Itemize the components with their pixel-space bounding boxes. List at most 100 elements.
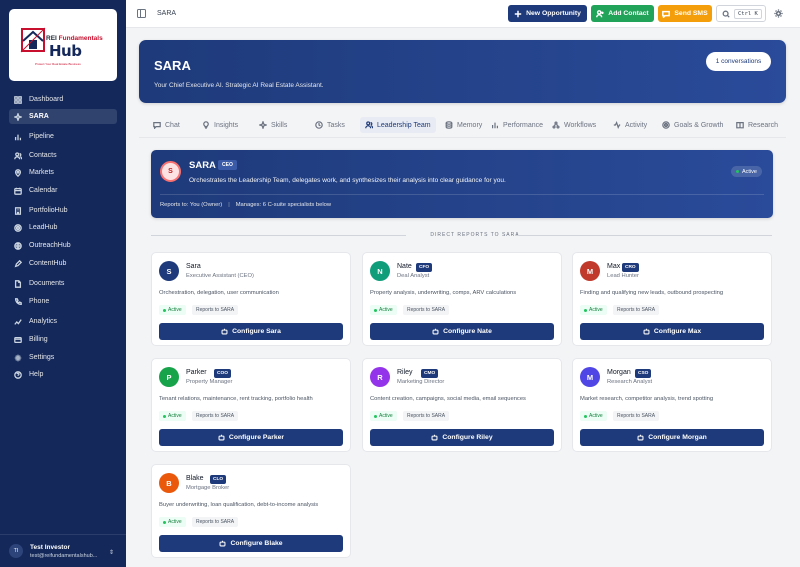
sidebar-item-contacts[interactable]: Contacts: [9, 148, 117, 163]
send-sms-button[interactable]: Send SMS: [658, 5, 712, 22]
status-dot-icon: [584, 414, 587, 418]
chevron-up-down-icon: ⇕: [109, 550, 115, 556]
status-badge: Active: [370, 305, 397, 315]
agent-role: Marketing Director: [397, 379, 445, 385]
sidebar-item-documents[interactable]: Documents: [9, 276, 117, 291]
tab-label: Research: [748, 121, 778, 129]
agent-description: Tenant relations, maintenance, rent trac…: [159, 396, 313, 402]
sidebar-item-pipeline[interactable]: Pipeline: [9, 129, 117, 144]
configure-button[interactable]: Configure Nate: [370, 323, 554, 340]
configure-button[interactable]: Configure Parker: [159, 429, 343, 446]
sidebar-item-leadhub[interactable]: LeadHub: [9, 220, 117, 235]
agent-role: Property Manager: [186, 379, 233, 385]
sidebar-item-label: Dashboard: [29, 96, 64, 103]
sidebar-item-help[interactable]: Help: [9, 367, 117, 382]
tab-leadership-team[interactable]: Leadership Team: [360, 117, 436, 133]
user-plus-icon: [596, 9, 604, 17]
tab-tasks[interactable]: Tasks: [315, 117, 345, 133]
tab-insights[interactable]: Insights: [202, 117, 238, 133]
sidebar-item-label: Contacts: [29, 152, 57, 159]
tab-research[interactable]: Research: [736, 117, 778, 133]
bot-icon: [218, 434, 225, 441]
database-icon: [445, 121, 453, 129]
configure-label: Configure Max: [653, 328, 702, 335]
configure-button[interactable]: Configure Blake: [159, 535, 343, 552]
agent-card-blake: B Blake CLO Mortgage Broker Buyer underwriti…: [151, 464, 351, 558]
status-dot-icon: [736, 170, 739, 173]
sidebar-item-label: Documents: [29, 280, 65, 287]
logo-text: REI Fundamentals: [46, 35, 103, 42]
users-icon: [365, 121, 373, 129]
new-opportunity-button[interactable]: New Opportunity: [508, 5, 587, 22]
avatar: S: [159, 261, 179, 281]
status-label: Active: [168, 413, 182, 419]
agent-description: Orchestrates the Leadership Team, delega…: [189, 177, 506, 184]
configure-label: Configure Nate: [443, 328, 492, 335]
reports-to: Reports to: You (Owner): [160, 202, 223, 208]
calendar-icon: [14, 187, 22, 195]
tab-label: Memory: [457, 121, 483, 129]
tab-performance[interactable]: Performance: [491, 117, 543, 133]
avatar: TI: [9, 544, 23, 558]
tab-activity[interactable]: Activity: [613, 117, 647, 133]
sidebar-item-outreachhub[interactable]: OutreachHub: [9, 238, 117, 253]
agent-name: Riley: [397, 369, 413, 376]
avatar: M: [580, 261, 600, 281]
file-icon: [14, 279, 22, 288]
status-badge: Active: [370, 411, 397, 421]
sidebar-item-contenthub[interactable]: ContentHub: [9, 256, 117, 271]
bar-chart-icon: [492, 122, 498, 129]
sidebar-item-settings[interactable]: Settings: [9, 350, 117, 365]
configure-button[interactable]: Configure Max: [580, 323, 764, 340]
tab-workflows[interactable]: Workflows: [552, 117, 596, 133]
user-menu[interactable]: TI Test Investor test@reifundamentalshub…: [0, 534, 126, 567]
sidebar-item-markets[interactable]: Markets: [9, 165, 117, 180]
logo[interactable]: REI Fundamentals Hub Protect Your Real E…: [9, 9, 117, 81]
sidebar-item-dashboard[interactable]: Dashboard: [9, 92, 117, 107]
sidebar-toggle-icon[interactable]: [137, 9, 146, 18]
new-opportunity-label: New Opportunity: [526, 10, 581, 17]
logo-wordmark: Hub: [49, 42, 82, 60]
book-icon: [736, 122, 744, 129]
sidebar-item-label: Markets: [29, 169, 54, 176]
add-contact-button[interactable]: Add Contact: [591, 5, 654, 22]
sidebar-item-calendar[interactable]: Calendar: [9, 183, 117, 198]
sidebar-item-phone[interactable]: Phone: [9, 294, 117, 309]
reports-badge: Reports to SARA: [192, 517, 239, 527]
tab-bar: Chat Insights Skills Tasks Leadership Team Me…: [148, 117, 788, 133]
configure-label: Configure Sara: [232, 328, 281, 335]
avatar: R: [370, 367, 390, 387]
logo-tagline: Protect Your Real Estate Business: [35, 62, 81, 66]
house-logo-icon: [20, 27, 46, 53]
role-badge: CLO: [210, 475, 227, 484]
globe-icon-wrap: [13, 241, 23, 251]
status-label: Active: [589, 307, 603, 313]
sidebar-item-label: SARA: [29, 113, 49, 120]
tab-memory[interactable]: Memory: [445, 117, 482, 133]
configure-button[interactable]: Configure Sara: [159, 323, 343, 340]
grid-icon: [14, 95, 22, 104]
reports-badge: Reports to SARA: [403, 411, 450, 421]
agent-role: Deal Analyst: [397, 273, 430, 279]
sidebar-item-billing[interactable]: Billing: [9, 332, 117, 347]
status-badge: Active: [159, 305, 186, 315]
theme-toggle[interactable]: [774, 9, 783, 18]
configure-button[interactable]: Configure Riley: [370, 429, 554, 446]
tab-skills[interactable]: Skills: [259, 117, 287, 133]
phone-icon-wrap: [13, 297, 23, 307]
search-button[interactable]: Ctrl K: [716, 5, 766, 22]
tab-chat[interactable]: Chat: [153, 117, 180, 133]
sidebar-item-analytics[interactable]: Analytics: [9, 314, 117, 329]
help-icon-wrap: [13, 370, 23, 380]
configure-label: Configure Blake: [230, 540, 283, 547]
conversations-button[interactable]: 1 conversations: [706, 52, 771, 71]
sidebar-item-sara[interactable]: SARA: [9, 109, 117, 124]
agent-name: Sara: [186, 263, 201, 270]
divider: [160, 194, 764, 195]
configure-button[interactable]: Configure Morgan: [580, 429, 764, 446]
status-dot-icon: [584, 308, 587, 312]
sidebar-item-portfoliohub[interactable]: PortfolioHub: [9, 203, 117, 218]
reports-badge: Reports to SARA: [192, 411, 239, 421]
avatar: P: [159, 367, 179, 387]
tab-goals-growth[interactable]: Goals & Growth: [662, 117, 723, 133]
